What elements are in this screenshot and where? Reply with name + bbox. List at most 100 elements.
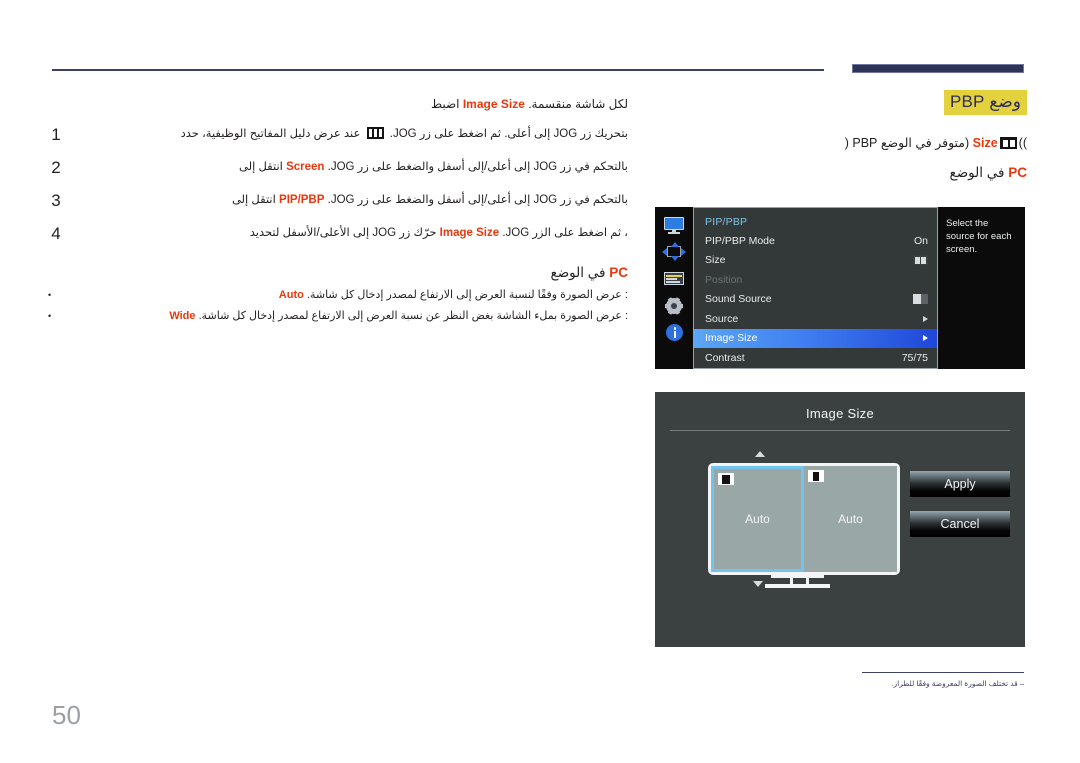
step-number: 1: [51, 125, 61, 144]
step-en-label: Screen: [286, 161, 325, 173]
menu-list-icon[interactable]: [663, 270, 685, 288]
step-item: 2 بالتحكم في زر JOG إلى أعلى/إلى أسفل وا…: [48, 159, 628, 177]
osd-row-value: 75/75: [901, 351, 928, 364]
chevron-down-icon[interactable]: [753, 581, 763, 587]
step-item: 3 بالتحكم في زر JOG إلى أعلى/إلى أسفل وا…: [48, 192, 628, 210]
step-text: بالتحكم في زر JOG إلى أعلى/إلى أسفل والض…: [74, 159, 628, 176]
manual-page: وضع PBP )) Size (متوفر في الوضع PBP ( PC …: [0, 0, 1080, 763]
split-screen-value-icon: [913, 255, 928, 266]
osd-menu-screenshot: PIP/PBP PIP/PBP Mode On Size Position So…: [655, 207, 1025, 369]
availability-prefix: (متوفر في الوضع PBP (: [844, 136, 970, 150]
apply-button[interactable]: Apply: [910, 471, 1010, 497]
bullet-dot: •: [48, 311, 52, 321]
three-bars-icon: [366, 127, 384, 139]
osd-row-position: Position: [694, 270, 937, 290]
preview-pane-right[interactable]: Auto: [804, 466, 897, 572]
osd-row-pip-pbp-mode[interactable]: PIP/PBP Mode On: [694, 231, 937, 251]
bullet-body: : عرض الصورة بملء الشاشة بغض النظر عن نس…: [198, 310, 628, 322]
osd-tooltip: Select the source for each screen.: [938, 207, 1025, 369]
right-column: وضع PBP )) Size (متوفر في الوضع PBP ( PC …: [652, 90, 1027, 181]
osd-row-value: On: [913, 234, 928, 247]
step-pre: انتقل إلى: [238, 161, 283, 173]
step-pre: عند عرض دليل المفاتيح الوظيفية، حدد: [180, 128, 361, 140]
availability-suffix: )): [1018, 136, 1027, 150]
left-mode-pc-en: PC: [609, 265, 628, 280]
step-post: بالتحكم في زر JOG إلى أعلى/إلى أسفل والض…: [327, 161, 628, 173]
bullet-item: • : عرض الصورة وفقًا لنسبة العرض إلى الا…: [48, 287, 628, 303]
osd-row-label: PIP/PBP Mode: [705, 234, 775, 247]
osd-row-label: Position: [705, 273, 743, 286]
info-icon[interactable]: [663, 324, 685, 342]
step-post: ، ثم اضغط على الزر JOG.: [502, 227, 628, 239]
gear-icon[interactable]: [663, 297, 685, 315]
monitor-icon[interactable]: [663, 216, 685, 234]
step-item: 1 بتحريك زر JOG إلى أعلى. ثم اضغط على زر…: [48, 126, 628, 144]
dialog-title: Image Size: [805, 406, 875, 421]
step-number: 4: [51, 224, 61, 243]
chevron-right-icon: [923, 335, 928, 342]
image-size-dialog: Image Size Auto Auto Apply Cancel: [655, 392, 1025, 647]
bullet-en-label: Wide: [169, 310, 196, 322]
pip-pbp-icon[interactable]: [662, 242, 686, 261]
sound-source-value-icon: [913, 294, 928, 305]
pane-source-icon: [808, 470, 824, 482]
step-post: بالتحكم في زر JOG إلى أعلى/إلى أسفل والض…: [327, 194, 628, 206]
bullet-item: • : عرض الصورة بملء الشاشة بغض النظر عن …: [48, 308, 628, 324]
right-mode-pc: PC في الوضع: [652, 165, 1027, 181]
left-mode-pc: PC في الوضع: [48, 265, 628, 281]
step-pre: حرّك زر JOG إلى الأعلى/الأسفل لتحديد: [249, 227, 437, 239]
bullet-text: : عرض الصورة بملء الشاشة بغض النظر عن نس…: [57, 308, 628, 324]
top-divider-left: [52, 69, 824, 71]
monitor-stand-base: [765, 575, 830, 588]
step-text: بتحريك زر JOG إلى أعلى. ثم اضغط على زر J…: [74, 126, 628, 143]
dialog-body: Auto Auto Apply Cancel: [655, 431, 1025, 626]
intro-text: لكل شاشة منقسمة. Image Size اضبط: [48, 96, 628, 112]
monitor-preview: Auto Auto: [708, 463, 900, 575]
availability-en-label: Size: [972, 136, 998, 150]
cancel-button[interactable]: Cancel: [910, 511, 1010, 537]
availability-line: )) Size (متوفر في الوضع PBP (: [652, 135, 1027, 151]
step-number: 2: [51, 158, 61, 177]
preview-pane-left[interactable]: Auto: [711, 466, 804, 572]
osd-icon-sidebar: [655, 207, 693, 369]
bullet-body: : عرض الصورة وفقًا لنسبة العرض إلى الارت…: [306, 289, 628, 301]
top-bar-right: [852, 64, 1024, 73]
step-text: ، ثم اضغط على الزر JOG. Image Size حرّك …: [74, 225, 628, 242]
osd-row-label: Source: [705, 312, 739, 325]
page-number: 50: [52, 700, 81, 730]
osd-row-label: Sound Source: [705, 293, 772, 306]
split-screen-icon: [999, 137, 1017, 149]
osd-row-source[interactable]: Source: [694, 309, 937, 329]
preview-pane-right-label: Auto: [838, 512, 863, 526]
step-number: 3: [51, 191, 61, 210]
chevron-right-icon: [923, 315, 928, 322]
osd-row-label: Contrast: [705, 351, 745, 364]
pane-source-icon: [718, 473, 734, 485]
page-title: وضع PBP: [943, 90, 1027, 115]
bullet-dot: •: [48, 290, 52, 300]
step-pre: انتقل إلى: [231, 194, 276, 206]
osd-row-label: Image Size: [705, 332, 758, 345]
right-mode-pc-en: PC: [1008, 165, 1027, 180]
left-mode-pc-ar: في الوضع: [550, 265, 606, 280]
osd-row-image-size[interactable]: Image Size: [694, 328, 937, 348]
footer-note: ‒ قد تختلف الصورة المعروضة وفقًا للطراز.: [891, 679, 1024, 688]
chevron-up-icon[interactable]: [755, 451, 765, 457]
bullet-en-label: Auto: [278, 289, 304, 301]
osd-row-sound-source[interactable]: Sound Source: [694, 290, 937, 310]
osd-menu-title: PIP/PBP: [705, 216, 748, 228]
footer-divider: [862, 672, 1024, 673]
pbp-heading-row: وضع PBP: [652, 90, 1027, 115]
step-en-label: PIP/PBP: [279, 194, 325, 206]
right-mode-pc-ar: في الوضع: [949, 165, 1005, 180]
osd-row-size[interactable]: Size: [694, 251, 937, 271]
left-column: لكل شاشة منقسمة. Image Size اضبط 1 بتحري…: [48, 96, 628, 329]
bullet-text: : عرض الصورة وفقًا لنسبة العرض إلى الارت…: [57, 287, 628, 303]
osd-row-label: Size: [705, 254, 726, 267]
intro-pre: اضبط: [430, 97, 460, 111]
intro-post: لكل شاشة منقسمة.: [528, 97, 628, 111]
osd-row-contrast[interactable]: Contrast 75/75: [694, 348, 937, 368]
step-en-label: Image Size: [439, 227, 500, 239]
preview-pane-left-label: Auto: [745, 512, 770, 526]
step-item: 4 ، ثم اضغط على الزر JOG. Image Size حرّ…: [48, 225, 628, 243]
